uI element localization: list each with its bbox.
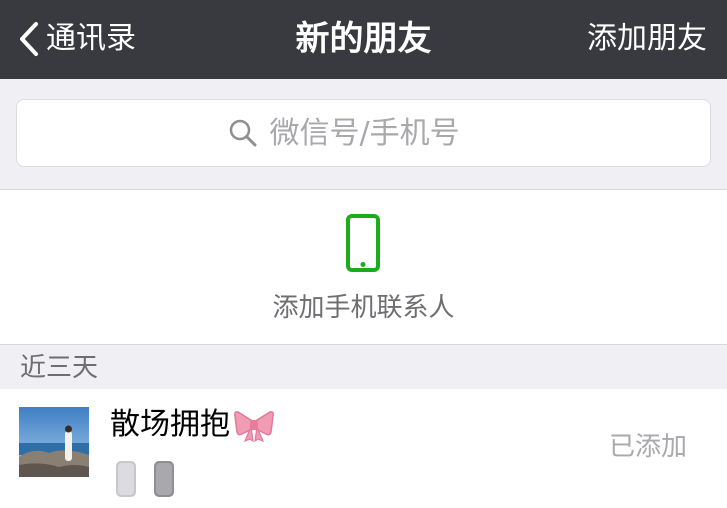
friend-message-preview: [110, 457, 180, 501]
friend-name-group: 散场拥抱: [110, 405, 274, 445]
new-friends-screen: 通讯录 新的朋友 添加朋友 添加手机联系人 近三天: [0, 0, 727, 508]
add-phone-contacts-button[interactable]: 添加手机联系人: [0, 189, 727, 345]
section-header-label: 近三天: [20, 353, 99, 383]
friend-request-row[interactable]: 散场拥抱 已添加: [0, 389, 727, 508]
back-button-label: 通讯录: [46, 21, 136, 56]
beach-photo-icon: [19, 407, 89, 477]
chevron-left-icon: [20, 22, 38, 56]
ribbon-bow-icon: [234, 411, 274, 442]
avatar: [19, 407, 89, 477]
search-icon: [229, 119, 256, 147]
search-bar: [0, 79, 727, 189]
navigation-bar: 通讯录 新的朋友 添加朋友: [0, 0, 727, 79]
blurred-message-icon: [116, 461, 174, 497]
add-friend-button[interactable]: 添加朋友: [587, 19, 707, 59]
add-phone-contacts-label: 添加手机联系人: [272, 293, 455, 323]
section-header: 近三天: [0, 345, 727, 389]
search-input[interactable]: [269, 115, 500, 151]
mobile-phone-icon: [346, 214, 380, 272]
status-added-label: 已添加: [608, 432, 687, 462]
friend-name: 散场拥抱: [110, 407, 230, 442]
back-button[interactable]: 通讯录: [18, 19, 136, 59]
search-box[interactable]: [16, 99, 711, 167]
